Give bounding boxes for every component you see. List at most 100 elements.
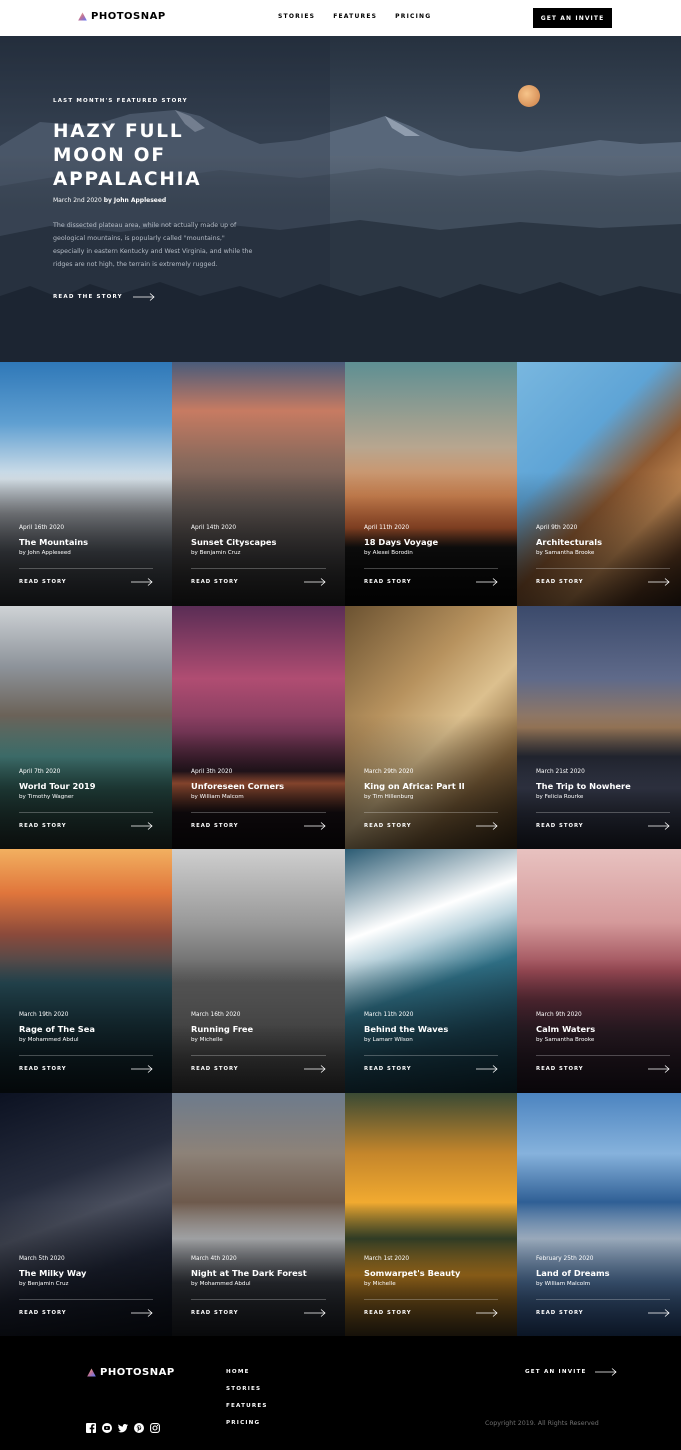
- card-divider: [191, 1298, 326, 1300]
- story-card[interactable]: March 11th 2020 Behind the Waves by Lama…: [345, 849, 517, 1093]
- arrow-right-icon: [132, 293, 155, 301]
- read-story-link[interactable]: READ STORY: [19, 1310, 67, 1316]
- read-story-link[interactable]: READ STORY: [19, 823, 67, 829]
- hero-title: HAZY FULL MOON OF APPALACHIA: [53, 121, 202, 190]
- instagram-icon[interactable]: [150, 1418, 160, 1433]
- main-nav: STORIES FEATURES PRICING: [278, 13, 431, 20]
- facebook-icon[interactable]: [86, 1418, 96, 1433]
- story-card[interactable]: April 16th 2020 The Mountains by John Ap…: [0, 362, 172, 606]
- read-story-link[interactable]: READ STORY: [536, 823, 584, 829]
- card-divider: [364, 811, 498, 813]
- story-card[interactable]: March 19th 2020 Rage of The Sea by Moham…: [0, 849, 172, 1093]
- nav-stories[interactable]: STORIES: [278, 13, 315, 20]
- card-divider: [364, 1055, 498, 1056]
- read-story-link[interactable]: READ STORY: [191, 823, 239, 829]
- read-story-link[interactable]: READ STORY: [536, 1310, 584, 1316]
- arrow-right-icon: [131, 1308, 153, 1317]
- site-footer: PHOTOSNAP HOME STORIES FEATURES PRICING …: [0, 1336, 681, 1450]
- story-author: by Samantha Brooke: [536, 1037, 595, 1043]
- story-author: by Timothy Wagner: [19, 793, 74, 800]
- brand-name: PHOTOSNAP: [91, 11, 166, 22]
- read-story-link[interactable]: READ STORY: [364, 1066, 412, 1072]
- logo-mark-icon: [78, 12, 87, 21]
- arrow-right-icon: [648, 1308, 670, 1317]
- story-date: April 11th 2020: [364, 525, 410, 531]
- story-author: by Benjamin Cruz: [19, 1280, 69, 1287]
- arrow-right-icon: [476, 578, 498, 586]
- story-author: by Lamarr Wilson: [364, 1037, 413, 1043]
- story-card[interactable]: March 29th 2020 King on Africa: Part II …: [345, 605, 517, 849]
- story-card[interactable]: March 21st 2020 The Trip to Nowhere by F…: [517, 605, 681, 849]
- story-card[interactable]: February 25th 2020 Land of Dreams by Wil…: [517, 1092, 681, 1336]
- arrow-right-icon: [131, 1065, 153, 1073]
- footer-nav-pricing[interactable]: PRICING: [226, 1420, 268, 1426]
- footer-nav-stories[interactable]: STORIES: [226, 1386, 268, 1392]
- story-date: March 11th 2020: [364, 1012, 414, 1018]
- story-author: by Mohammed Abdul: [191, 1280, 251, 1287]
- read-story-link[interactable]: READ STORY: [191, 1310, 239, 1316]
- nav-features[interactable]: FEATURES: [333, 13, 377, 20]
- logo-mark-icon: [87, 1368, 96, 1377]
- story-author: by Felicia Rourke: [536, 793, 584, 800]
- twitter-icon[interactable]: [118, 1418, 128, 1433]
- footer-brand-name: PHOTOSNAP: [100, 1367, 175, 1378]
- read-story-link[interactable]: READ STORY: [364, 823, 412, 829]
- read-story-link[interactable]: READ STORY: [364, 579, 412, 585]
- story-author: by Benjamin Cruz: [191, 550, 241, 556]
- footer-invite-label: GET AN INVITE: [525, 1369, 587, 1375]
- story-date: March 9th 2020: [536, 1012, 582, 1018]
- card-divider: [191, 1055, 326, 1056]
- arrow-right-icon: [594, 1368, 617, 1376]
- arrow-right-icon: [304, 578, 326, 586]
- story-card[interactable]: April 7th 2020 World Tour 2019 by Timoth…: [0, 605, 172, 849]
- read-story-link[interactable]: READ STORY: [19, 579, 67, 585]
- story-author: by Michelle: [364, 1280, 396, 1287]
- story-title: The Trip to Nowhere: [536, 780, 631, 791]
- story-author: by Tim Hillenburg: [364, 793, 414, 800]
- story-card[interactable]: March 16th 2020 Running Free by Michelle…: [172, 849, 345, 1093]
- story-title: Unforeseen Corners: [191, 780, 285, 791]
- card-divider: [536, 1298, 670, 1300]
- story-date: April 9th 2020: [536, 525, 578, 531]
- featured-story-hero: LAST MONTH'S FEATURED STORY HAZY FULL MO…: [0, 36, 681, 362]
- arrow-right-icon: [476, 1308, 498, 1317]
- card-divider: [536, 568, 670, 569]
- brand-logo[interactable]: PHOTOSNAP: [78, 11, 166, 22]
- footer-nav-home[interactable]: HOME: [226, 1369, 268, 1375]
- story-date: April 16th 2020: [19, 525, 65, 531]
- pinterest-icon[interactable]: [134, 1418, 144, 1433]
- card-divider: [191, 568, 326, 569]
- story-card[interactable]: March 1st 2020 Somwarpet's Beauty by Mic…: [345, 1092, 517, 1336]
- story-card[interactable]: April 11th 2020 18 Days Voyage by Alexei…: [345, 362, 517, 606]
- footer-nav-features[interactable]: FEATURES: [226, 1403, 268, 1409]
- footer-get-invite-link[interactable]: GET AN INVITE: [525, 1368, 617, 1376]
- story-card[interactable]: April 14th 2020 Sunset Cityscapes by Ben…: [172, 362, 345, 606]
- story-date: April 7th 2020: [19, 768, 61, 775]
- story-title: Calm Waters: [536, 1024, 596, 1034]
- read-story-link[interactable]: READ STORY: [191, 579, 239, 585]
- footer-brand-logo[interactable]: PHOTOSNAP: [87, 1367, 175, 1378]
- story-date: March 16th 2020: [191, 1012, 241, 1018]
- read-the-story-link[interactable]: READ THE STORY: [53, 293, 155, 301]
- story-grid: April 16th 2020 The Mountains by John Ap…: [0, 362, 681, 1336]
- hero-author: John Appleseed: [113, 197, 167, 204]
- story-card[interactable]: April 9th 2020 Architecturals by Samanth…: [517, 362, 681, 606]
- hero-description: The dissected plateau area, while not ac…: [53, 222, 253, 268]
- read-story-link[interactable]: READ STORY: [536, 1066, 584, 1072]
- story-card[interactable]: March 4th 2020 Night at The Dark Forest …: [172, 1092, 345, 1336]
- nav-pricing[interactable]: PRICING: [395, 13, 431, 20]
- read-story-link[interactable]: READ STORY: [19, 1066, 67, 1072]
- story-card[interactable]: March 9th 2020 Calm Waters by Samantha B…: [517, 849, 681, 1093]
- arrow-right-icon: [648, 1065, 670, 1073]
- story-title: Architecturals: [536, 537, 603, 547]
- story-card[interactable]: March 5th 2020 The Milky Way by Benjamin…: [0, 1092, 172, 1336]
- story-title: Sunset Cityscapes: [191, 537, 277, 547]
- arrow-right-icon: [476, 1065, 498, 1073]
- read-story-link[interactable]: READ STORY: [191, 1066, 239, 1072]
- read-story-link[interactable]: READ STORY: [536, 579, 584, 585]
- youtube-icon[interactable]: [102, 1418, 112, 1433]
- story-card[interactable]: April 3th 2020 Unforeseen Corners by Wil…: [172, 605, 345, 849]
- read-story-link[interactable]: READ STORY: [364, 1310, 412, 1316]
- get-invite-button[interactable]: GET AN INVITE: [533, 8, 612, 28]
- story-author: by Mohammed Abdul: [19, 1037, 79, 1043]
